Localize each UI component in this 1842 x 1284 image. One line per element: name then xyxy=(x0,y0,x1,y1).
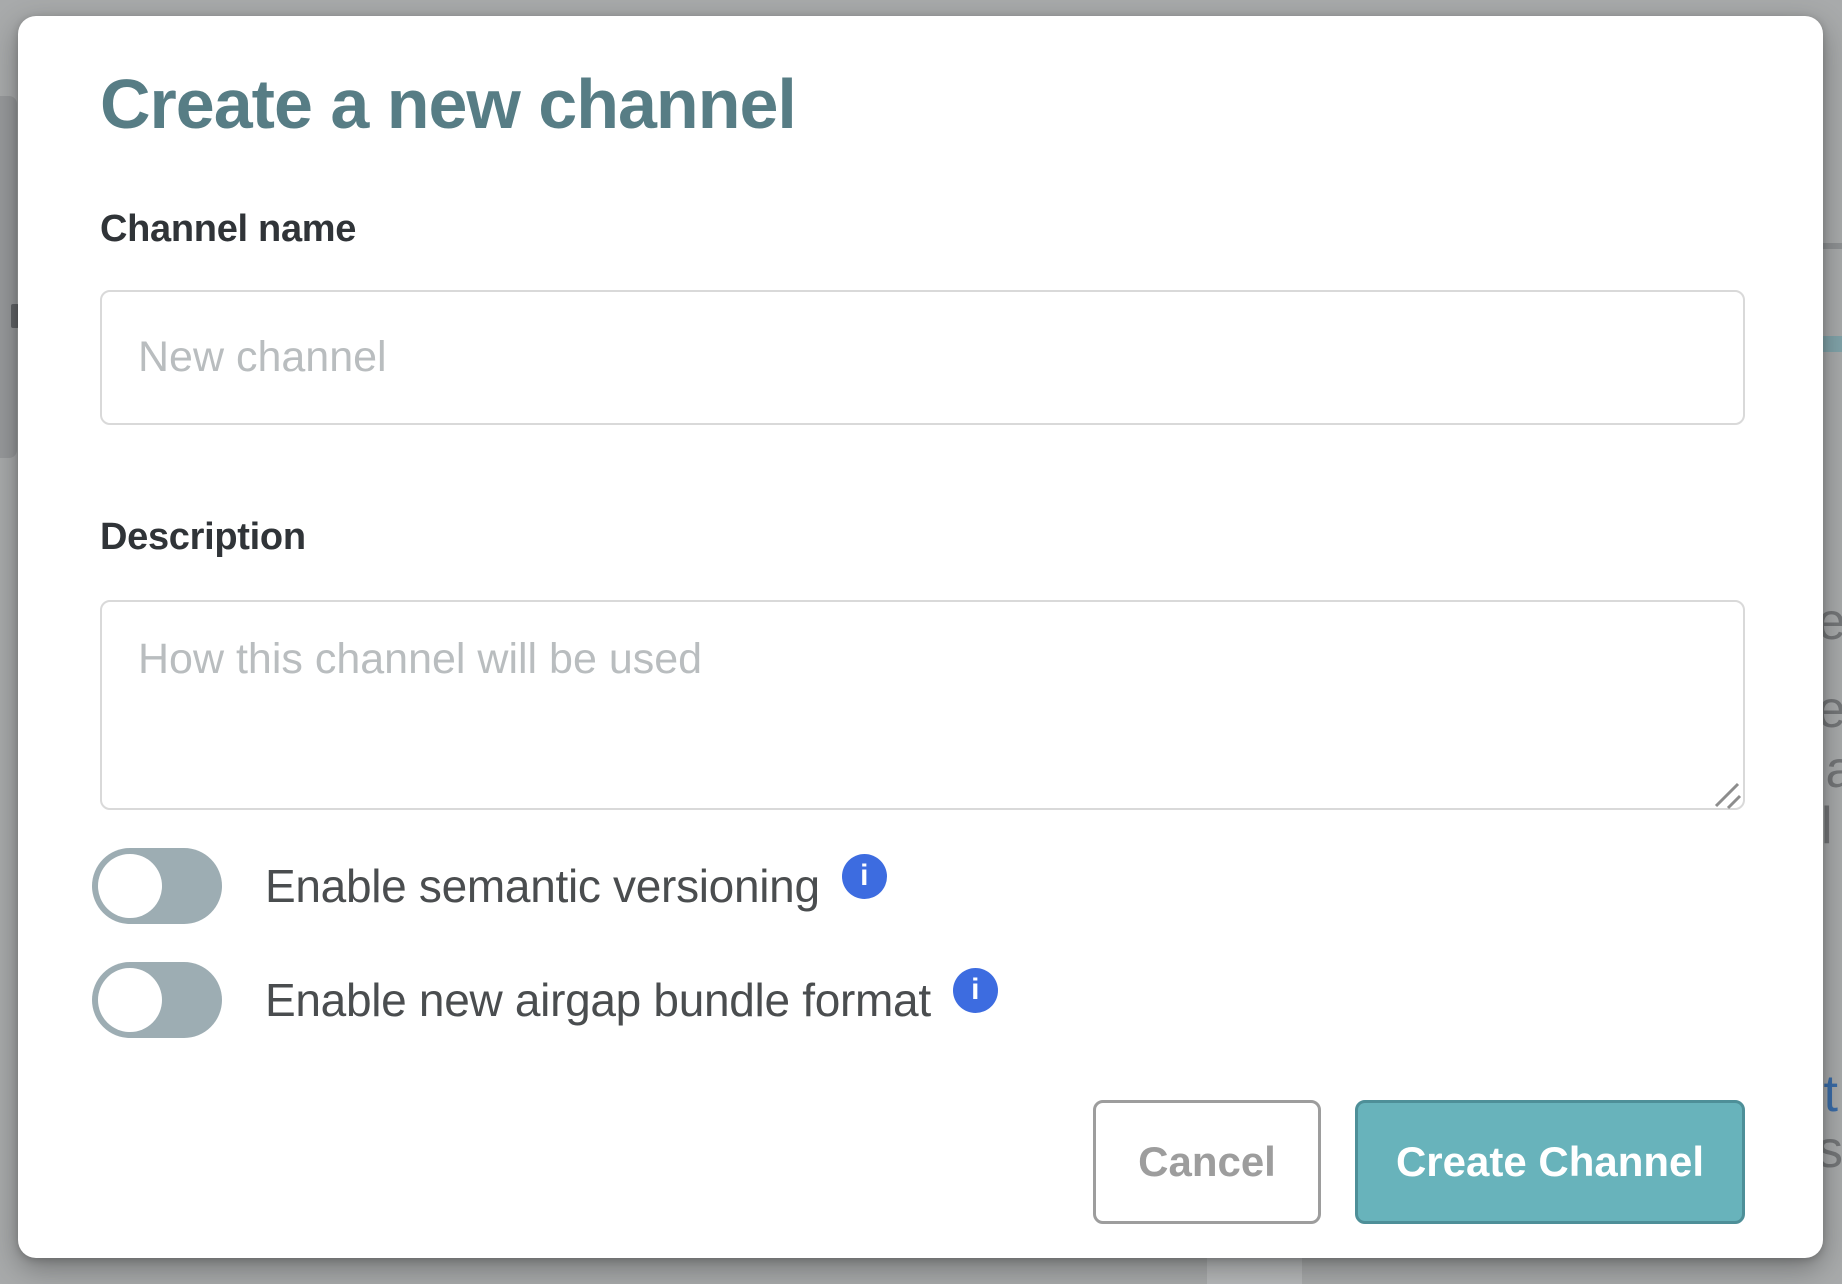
channel-name-label: Channel name xyxy=(100,208,356,251)
description-label: Description xyxy=(100,516,306,559)
airgap-bundle-row: Enable new airgap bundle format i xyxy=(92,962,998,1038)
channel-name-input[interactable] xyxy=(100,290,1745,425)
semantic-versioning-label: Enable semantic versioning xyxy=(265,859,820,913)
airgap-bundle-toggle[interactable] xyxy=(92,962,222,1038)
background-panel-edge xyxy=(0,96,17,458)
create-channel-button[interactable]: Create Channel xyxy=(1355,1100,1745,1224)
background-panel-edge xyxy=(1207,1258,1302,1284)
info-icon[interactable]: i xyxy=(842,854,887,899)
semantic-versioning-row: Enable semantic versioning i xyxy=(92,848,887,924)
airgap-bundle-label: Enable new airgap bundle format xyxy=(265,973,931,1027)
toggle-knob xyxy=(98,968,162,1032)
description-textarea[interactable] xyxy=(100,600,1745,810)
info-icon[interactable]: i xyxy=(953,968,998,1013)
background-accent-line xyxy=(1823,336,1842,352)
cancel-button[interactable]: Cancel xyxy=(1093,1100,1321,1224)
textarea-resize-handle-icon[interactable] xyxy=(1712,780,1742,810)
background-divider-line xyxy=(1823,243,1842,249)
semantic-versioning-toggle[interactable] xyxy=(92,848,222,924)
toggle-knob xyxy=(98,854,162,918)
create-channel-modal: Create a new channel Channel name Descri… xyxy=(18,16,1823,1258)
modal-title: Create a new channel xyxy=(100,64,796,144)
